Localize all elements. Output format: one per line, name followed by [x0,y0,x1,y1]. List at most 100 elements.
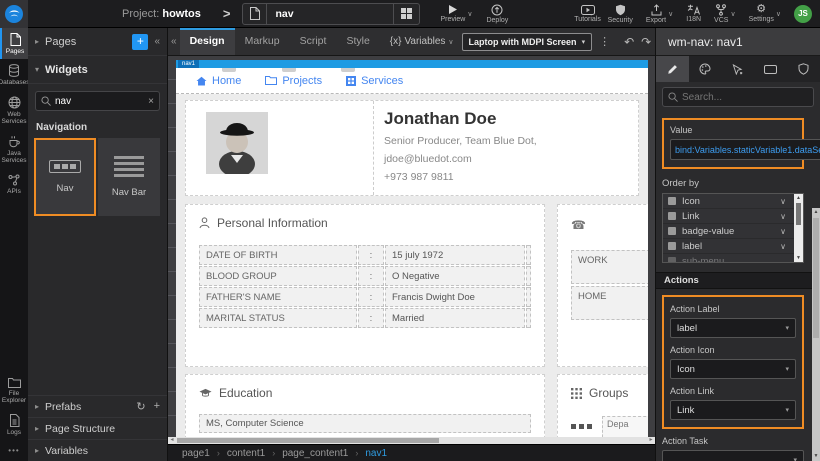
checkbox[interactable] [668,212,676,220]
widget-selection-bar[interactable]: nav1 [176,60,648,68]
pages-section-header[interactable]: ▸ Pages + « [28,28,167,56]
nav-link-projects[interactable]: Projects [265,75,322,87]
app-logo[interactable] [0,0,28,28]
chevron-down-icon[interactable]: ∨ [780,212,786,221]
scroll-left-icon[interactable]: ◂ [168,437,176,444]
collapse-left-icon[interactable]: « [168,36,180,47]
page-structure-section-header[interactable]: ▸ Page Structure [28,417,167,439]
action-label-select[interactable]: label ▾ [670,318,796,338]
personal-info-card[interactable]: Personal Information DATE OF BIRTH : 15 … [185,204,545,367]
education-card[interactable]: Education MS, Computer Science [185,374,545,437]
i18n-button[interactable]: I18N [686,4,701,23]
rail-more-icon[interactable]: ••• [0,440,28,461]
action-link-select[interactable]: Link ▾ [670,400,796,420]
settings-chevron-icon[interactable]: ∨ [776,10,781,18]
drag-handle[interactable] [222,68,236,72]
preview-button[interactable]: Preview [440,4,465,23]
preview-chevron-icon[interactable]: ∨ [467,10,472,18]
tab-properties[interactable] [656,56,689,82]
scroll-up-icon[interactable]: ▲ [794,194,803,202]
security-button[interactable]: Security [608,4,633,24]
breadcrumb-page-content1[interactable]: page_content1 [282,448,348,459]
breadcrumb-page1[interactable]: page1 [182,448,210,459]
checkbox[interactable] [668,227,676,235]
rail-item-java-services[interactable]: Java Services [0,130,28,169]
more-options-icon[interactable]: ⋮ [599,35,610,48]
breadcrumb-nav1[interactable]: nav1 [365,448,387,459]
order-by-item-partial[interactable]: sub-menu [663,254,803,263]
order-by-item-badge-value[interactable]: badge-value ∨ [663,224,803,239]
rail-item-file-explorer[interactable]: File Explorer [0,372,28,409]
panel-scrollbar[interactable]: ▲ ▼ [812,208,820,461]
nav-widget[interactable]: Home Projects Services [176,68,648,94]
scroll-right-icon[interactable]: ▸ [647,437,655,444]
deploy-button[interactable]: Deploy [486,4,508,24]
add-page-button[interactable]: + [132,34,148,50]
rail-item-web-services[interactable]: Web Services [0,91,28,130]
rail-item-apis[interactable]: APIs [0,169,28,199]
widget-search-input[interactable] [55,96,144,107]
export-chevron-icon[interactable]: ∨ [668,10,673,18]
rail-item-logs[interactable]: Logs [0,409,28,440]
redo-icon[interactable]: ↷ [641,35,651,49]
scroll-up-icon[interactable]: ▲ [812,208,820,217]
scrollbar-thumb[interactable] [813,218,819,338]
checkbox[interactable] [668,242,676,250]
variables-dropdown[interactable]: {x} Variables ∨ [390,36,454,47]
pages-grid-icon[interactable] [393,4,419,24]
listbox-scrollbar[interactable]: ▲ ▼ [794,194,803,262]
drag-handle[interactable] [341,68,355,72]
add-prefab-icon[interactable]: + [154,400,160,413]
chevron-down-icon[interactable]: ∨ [780,242,786,251]
widget-tile-nav[interactable]: Nav [34,138,96,216]
tab-style[interactable]: Style [336,28,379,55]
tab-device[interactable] [754,56,787,82]
scrollbar-thumb[interactable] [796,203,801,225]
drag-handle[interactable] [282,68,296,72]
action-task-select[interactable]: ▾ [662,450,804,461]
clear-search-icon[interactable]: × [148,96,154,107]
checkbox[interactable] [668,197,676,205]
tab-events[interactable] [722,56,755,82]
tab-styles[interactable] [689,56,722,82]
checkbox[interactable] [668,257,676,263]
user-avatar[interactable]: JS [794,5,812,23]
order-by-item-icon[interactable]: Icon ∨ [663,194,803,209]
page-selector[interactable]: nav [242,3,420,25]
groups-card[interactable]: Groups Depa ▾ [557,374,648,437]
canvas-horizontal-scrollbar[interactable] [168,437,655,444]
variables-section-header[interactable]: ▸ Variables [28,439,167,461]
widgets-section-header[interactable]: ▾ Widgets [28,56,167,84]
value-binding-input[interactable]: bind:Variables.staticVariable1.dataSet × [670,139,820,160]
scroll-down-icon[interactable]: ▼ [794,254,803,262]
scrollbar-thumb[interactable] [177,438,439,443]
prefabs-section-header[interactable]: ▸ Prefabs ↻ + [28,395,167,417]
profile-card[interactable]: Jonathan Doe Senior Producer, Team Blue … [185,100,639,196]
export-button[interactable]: Export [646,4,666,24]
canvas-page[interactable]: nav1 Home Projects [176,60,648,437]
order-by-item-label[interactable]: label ∨ [663,239,803,254]
tab-design[interactable]: Design [180,28,235,55]
nav-link-home[interactable]: Home [196,75,241,87]
scroll-down-icon[interactable]: ▼ [812,452,820,461]
order-by-item-link[interactable]: Link ∨ [663,209,803,224]
rail-item-pages[interactable]: Pages [0,28,28,59]
tab-script[interactable]: Script [290,28,337,55]
chevron-down-icon[interactable]: ∨ [780,197,786,206]
chevron-down-icon[interactable]: ∨ [780,227,786,236]
tab-security[interactable] [787,56,820,82]
collapse-panel-icon[interactable]: « [154,36,160,47]
properties-search-input[interactable] [682,92,808,103]
vcs-button[interactable]: VCS [714,4,728,24]
contact-card[interactable]: ☎ WORK HOME [557,204,648,367]
rail-item-databases[interactable]: Databases [0,59,28,90]
nav-link-services[interactable]: Services [346,75,403,87]
refresh-prefabs-icon[interactable]: ↻ [136,400,145,413]
tutorials-button[interactable]: Tutorials [574,5,601,23]
action-icon-select[interactable]: Icon ▾ [670,359,796,379]
settings-button[interactable]: ⚙ Settings [749,4,774,23]
breadcrumb-content1[interactable]: content1 [227,448,265,459]
vcs-chevron-icon[interactable]: ∨ [730,10,735,18]
undo-icon[interactable]: ↶ [624,35,634,49]
tab-markup[interactable]: Markup [235,28,290,55]
